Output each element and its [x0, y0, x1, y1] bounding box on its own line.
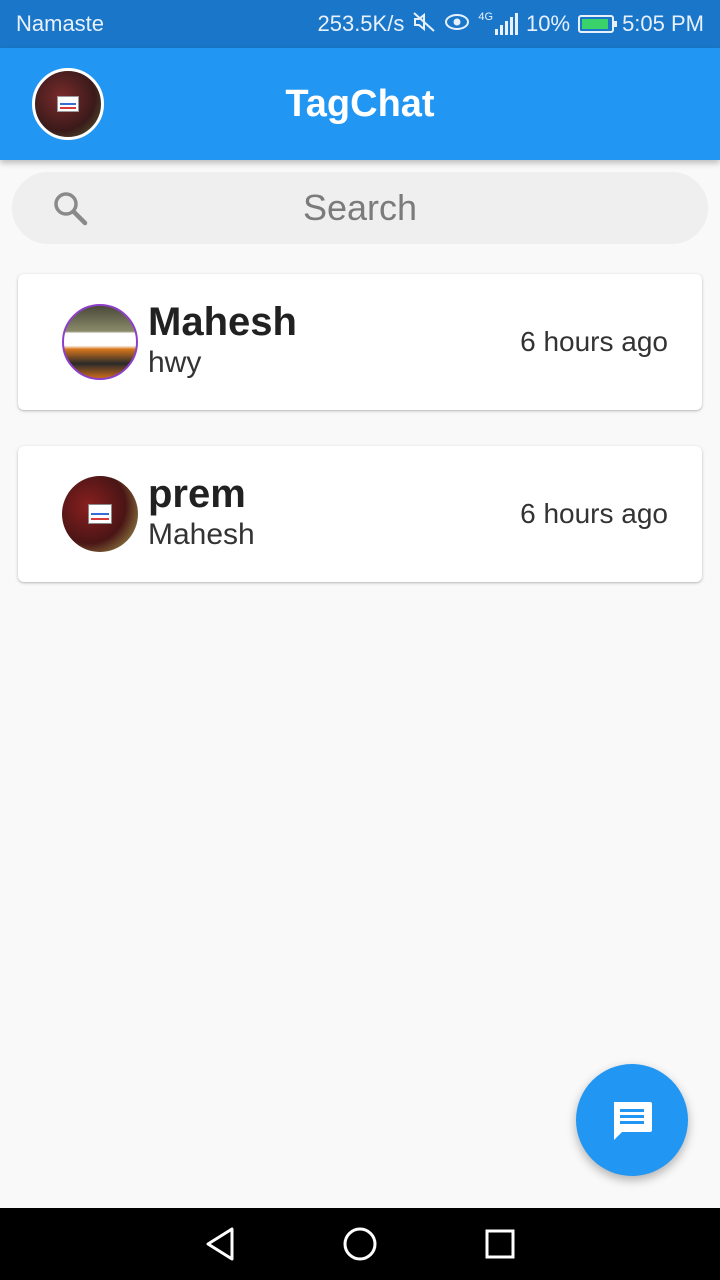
- search-placeholder: Search: [302, 187, 418, 228]
- app-title: TagChat: [285, 82, 435, 125]
- eye-icon: [444, 12, 470, 36]
- mute-icon: [412, 11, 436, 37]
- back-icon: [206, 1227, 234, 1261]
- chat-list-item[interactable]: Mahesh hwy 6 hours ago: [18, 274, 702, 410]
- recents-icon: [485, 1229, 515, 1259]
- recents-button[interactable]: [478, 1222, 522, 1266]
- chat-time: 6 hours ago: [520, 326, 668, 357]
- signal-icon: [495, 13, 519, 35]
- network-speed: 253.5K/s: [317, 11, 405, 36]
- system-nav-bar: [0, 1208, 720, 1280]
- id-card-icon: [57, 96, 79, 112]
- app-bar: TagChat: [0, 48, 720, 160]
- status-bar: Namaste 253.5K/s 4G 10% 5:05 PM: [0, 0, 720, 48]
- avatar: [62, 476, 138, 552]
- clock: 5:05 PM: [622, 11, 704, 36]
- home-button[interactable]: [338, 1222, 382, 1266]
- chat-name: Mahesh: [148, 300, 297, 344]
- back-button[interactable]: [198, 1222, 242, 1266]
- chat-name: prem: [148, 472, 246, 516]
- chat-preview: Mahesh: [148, 518, 255, 551]
- status-indicators: 253.5K/s 4G 10% 5:05 PM: [317, 11, 704, 37]
- search-icon: [54, 192, 88, 226]
- battery-charging-icon: [578, 15, 618, 33]
- id-card-icon: [88, 504, 112, 524]
- chat-list-item[interactable]: prem Mahesh 6 hours ago: [18, 446, 702, 582]
- chat-preview: hwy: [148, 346, 202, 379]
- chat-time: 6 hours ago: [520, 498, 668, 529]
- battery-percent: 10%: [526, 11, 571, 36]
- carrier-name: Namaste: [16, 11, 105, 36]
- network-type: 4G: [478, 11, 494, 23]
- avatar: [62, 304, 138, 380]
- home-icon: [343, 1227, 377, 1261]
- profile-avatar[interactable]: [32, 68, 104, 140]
- message-icon: [614, 1102, 652, 1140]
- search-input[interactable]: Search: [12, 172, 708, 244]
- new-message-button[interactable]: [576, 1064, 688, 1176]
